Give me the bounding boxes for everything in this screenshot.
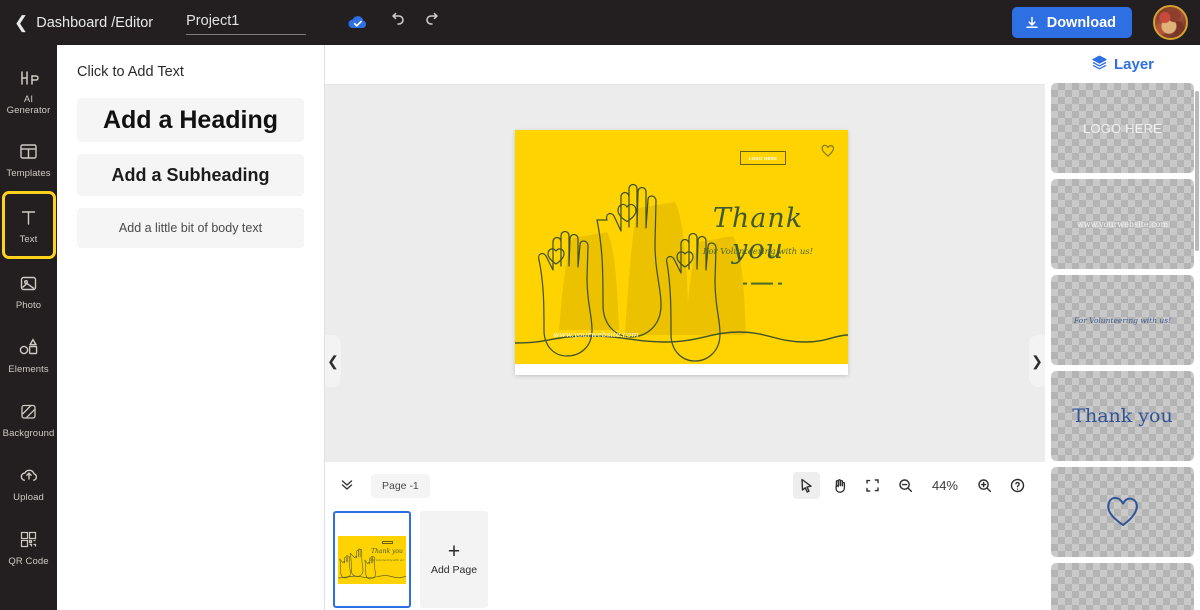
fit-screen-tool[interactable] bbox=[859, 472, 886, 499]
thumb-volunteering: For Volunteering with us! bbox=[370, 558, 404, 562]
project-name-wrap bbox=[186, 10, 307, 35]
download-icon bbox=[1025, 16, 1038, 28]
sidebar-item-upload[interactable]: Upload bbox=[0, 451, 57, 515]
download-label: Download bbox=[1046, 14, 1116, 31]
canvas-prev-button[interactable]: ❮ bbox=[325, 335, 341, 387]
layer-panel-title: Layer bbox=[1113, 55, 1155, 73]
sidebar-item-photo[interactable]: Photo bbox=[0, 259, 57, 323]
layer-volunteering-text: For Volunteering with us! bbox=[1073, 315, 1172, 325]
left-rail: AI Generator Templates Text Photo Elemen… bbox=[0, 45, 57, 610]
sidebar-label-ai-line2: Generator bbox=[6, 105, 51, 116]
heart-outline-icon bbox=[1103, 491, 1143, 534]
sidebar-label-photo: Photo bbox=[15, 299, 42, 311]
card-logo-placeholder: LOGO HERE bbox=[740, 151, 786, 165]
upload-icon bbox=[18, 464, 40, 488]
top-bar: ❮ Dashboard /Editor Project1 Download bbox=[0, 0, 1200, 45]
design-card[interactable]: LOGO HERE Thank you For Volunteering wit… bbox=[515, 130, 848, 375]
cloud-check-icon[interactable] bbox=[345, 10, 371, 36]
sidebar-item-templates[interactable]: Templates bbox=[0, 127, 57, 191]
background-icon bbox=[18, 400, 39, 424]
layer-website-text: www.yourwebsite.com bbox=[1076, 219, 1169, 229]
card-divider bbox=[743, 273, 785, 291]
templates-icon bbox=[18, 140, 39, 164]
ai-generator-icon bbox=[18, 66, 40, 90]
sidebar-item-background[interactable]: Background bbox=[0, 387, 57, 451]
editor-app: ❮ Dashboard /Editor Project1 Download AI… bbox=[0, 0, 1200, 610]
avatar[interactable] bbox=[1153, 5, 1188, 40]
text-panel: Click to Add Text Add a Heading Add a Su… bbox=[57, 45, 325, 610]
card-artwork: LOGO HERE Thank you For Volunteering wit… bbox=[515, 130, 848, 364]
canvas-next-button[interactable]: ❯ bbox=[1029, 335, 1045, 387]
canvas-stage[interactable]: ❮ ❯ LOGO HERE Thank you For Volunteering… bbox=[325, 85, 1045, 461]
sidebar-label-text: Text bbox=[19, 233, 38, 245]
layer-panel-scrollbar[interactable] bbox=[1195, 91, 1199, 251]
add-page-label: Add Page bbox=[430, 564, 478, 576]
add-subheading-button[interactable]: Add a Subheading bbox=[77, 154, 304, 196]
layer-list: LOGO HERE www.yourwebsite.com For Volunt… bbox=[1045, 83, 1200, 610]
sidebar-label-ai-line1: AI bbox=[23, 94, 34, 105]
help-circle-icon[interactable] bbox=[1004, 472, 1031, 499]
zoom-out-tool[interactable] bbox=[892, 472, 919, 499]
layer-panel-header: Layer bbox=[1045, 45, 1200, 83]
project-name-input[interactable] bbox=[186, 10, 307, 35]
layer-thank-you-text: Thank you bbox=[1072, 405, 1173, 427]
sidebar-label-upload: Upload bbox=[13, 491, 44, 503]
sidebar-label-elements: Elements bbox=[8, 363, 49, 375]
sidebar-item-qr-code[interactable]: QR Code bbox=[0, 515, 57, 579]
add-heading-button[interactable]: Add a Heading bbox=[77, 98, 304, 142]
layers-icon bbox=[1091, 54, 1108, 75]
sidebar-label-qr-code: QR Code bbox=[8, 555, 49, 567]
dash-divider-icon bbox=[743, 282, 782, 285]
download-button[interactable]: Download bbox=[1011, 7, 1132, 38]
photo-icon bbox=[18, 272, 39, 296]
sidebar-label-templates: Templates bbox=[6, 167, 51, 179]
page-selector-chip[interactable]: Page -1 bbox=[371, 473, 430, 498]
hand-tool[interactable] bbox=[826, 472, 853, 499]
qrcode-icon bbox=[18, 528, 39, 552]
canvas-tools: 44% bbox=[792, 472, 1045, 499]
thumb-thank-you: Thank you bbox=[371, 547, 403, 555]
layer-logo-text: LOGO HERE bbox=[1082, 120, 1163, 136]
heart-outline-icon bbox=[820, 142, 836, 163]
layer-item-heart[interactable] bbox=[1051, 467, 1194, 557]
sidebar-item-ai-generator[interactable]: AI Generator bbox=[0, 55, 57, 127]
plus-icon: + bbox=[447, 540, 461, 563]
layer-item-thank-you[interactable]: Thank you bbox=[1051, 371, 1194, 461]
layer-item-logo[interactable]: LOGO HERE bbox=[1051, 83, 1194, 173]
chevrons-down-icon[interactable] bbox=[339, 476, 355, 495]
card-logo-text: LOGO HERE bbox=[748, 155, 778, 161]
thumb-logo-box bbox=[382, 540, 393, 544]
zoom-in-tool[interactable] bbox=[971, 472, 998, 499]
card-volunteering-text: For Volunteering with us! bbox=[702, 247, 814, 257]
layer-item-extra[interactable] bbox=[1051, 563, 1194, 610]
page-thumbnail-1[interactable]: Thank you For Volunteering with us! bbox=[333, 511, 411, 608]
undo-icon[interactable] bbox=[387, 10, 407, 35]
chevron-left-icon[interactable]: ❮ bbox=[14, 14, 28, 31]
work-area: ❮ ❯ LOGO HERE Thank you For Volunteering… bbox=[325, 45, 1045, 610]
panel-title: Click to Add Text bbox=[77, 64, 184, 80]
layer-item-website[interactable]: www.yourwebsite.com bbox=[1051, 179, 1194, 269]
breadcrumb[interactable]: Dashboard /Editor bbox=[36, 15, 153, 31]
sidebar-item-elements[interactable]: Elements bbox=[0, 323, 57, 387]
add-body-text-button[interactable]: Add a little bit of body text bbox=[77, 208, 304, 248]
sidebar-item-text[interactable]: Text bbox=[1, 191, 56, 259]
pages-strip: Thank you For Volunteering with us! + Ad… bbox=[325, 509, 1045, 610]
text-icon bbox=[18, 206, 39, 230]
bottom-toolbar: Page -1 44% bbox=[325, 461, 1045, 509]
canvas-top-strip bbox=[325, 45, 1045, 85]
card-website-text: www.yourwebsite.com bbox=[553, 330, 639, 339]
add-page-button[interactable]: + Add Page bbox=[420, 511, 488, 608]
page-thumbnail-artwork: Thank you For Volunteering with us! bbox=[338, 535, 406, 584]
cursor-tool[interactable] bbox=[792, 472, 820, 499]
layer-panel: Layer LOGO HERE www.yourwebsite.com For … bbox=[1045, 45, 1200, 610]
top-bar-actions bbox=[345, 10, 443, 36]
layer-item-volunteering[interactable]: For Volunteering with us! bbox=[1051, 275, 1194, 365]
elements-icon bbox=[17, 336, 40, 360]
sidebar-label-background: Background bbox=[2, 427, 55, 439]
redo-icon[interactable] bbox=[423, 10, 443, 35]
zoom-level-value: 44% bbox=[931, 478, 958, 493]
